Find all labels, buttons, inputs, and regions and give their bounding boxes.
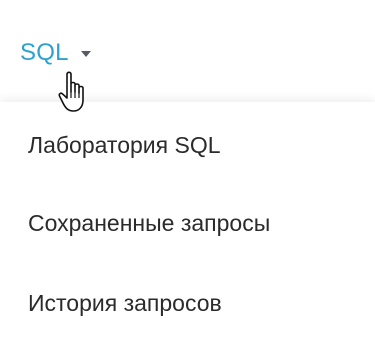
menu-item-query-history[interactable]: История запросов xyxy=(28,288,222,318)
sql-menu-label: SQL xyxy=(20,39,69,66)
caret-down-icon xyxy=(80,51,91,57)
sql-menu-toggle[interactable]: SQL xyxy=(20,36,91,70)
menu-item-saved-queries[interactable]: Сохраненные запросы xyxy=(28,208,270,238)
menu-item-sql-lab[interactable]: Лаборатория SQL xyxy=(28,130,221,160)
hand-pointer-cursor-icon xyxy=(58,71,84,112)
sql-dropdown-menu: Лаборатория SQL Сохраненные запросы Исто… xyxy=(0,102,375,340)
